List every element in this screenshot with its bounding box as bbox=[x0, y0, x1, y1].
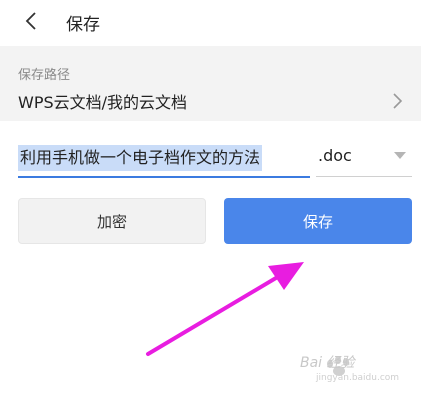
chevron-right-icon bbox=[393, 93, 403, 109]
save-path-label: 保存路径 bbox=[18, 68, 71, 83]
file-extension-value: .doc bbox=[318, 146, 352, 165]
save-path-row[interactable]: 保存路径 WPS云文档/我的云文档 bbox=[0, 46, 421, 121]
back-arrow-icon[interactable] bbox=[22, 9, 42, 33]
watermark-brand: Bai 经验 bbox=[300, 355, 355, 371]
watermark-url: jingyan.baidu.com bbox=[316, 373, 400, 383]
header-bar: 保存 bbox=[0, 0, 421, 44]
filename-input[interactable]: 利用手机做一个电子档作文的方法 bbox=[18, 140, 310, 178]
save-path-value: WPS云文档/我的云文档 bbox=[18, 93, 188, 112]
encrypt-button[interactable]: 加密 bbox=[18, 198, 206, 244]
chevron-down-icon bbox=[394, 152, 406, 159]
page-title: 保存 bbox=[66, 15, 100, 35]
filename-text: 利用手机做一个电子档作文的方法 bbox=[18, 145, 263, 171]
file-extension-dropdown[interactable]: .doc bbox=[316, 140, 412, 177]
save-button[interactable]: 保存 bbox=[224, 198, 412, 244]
